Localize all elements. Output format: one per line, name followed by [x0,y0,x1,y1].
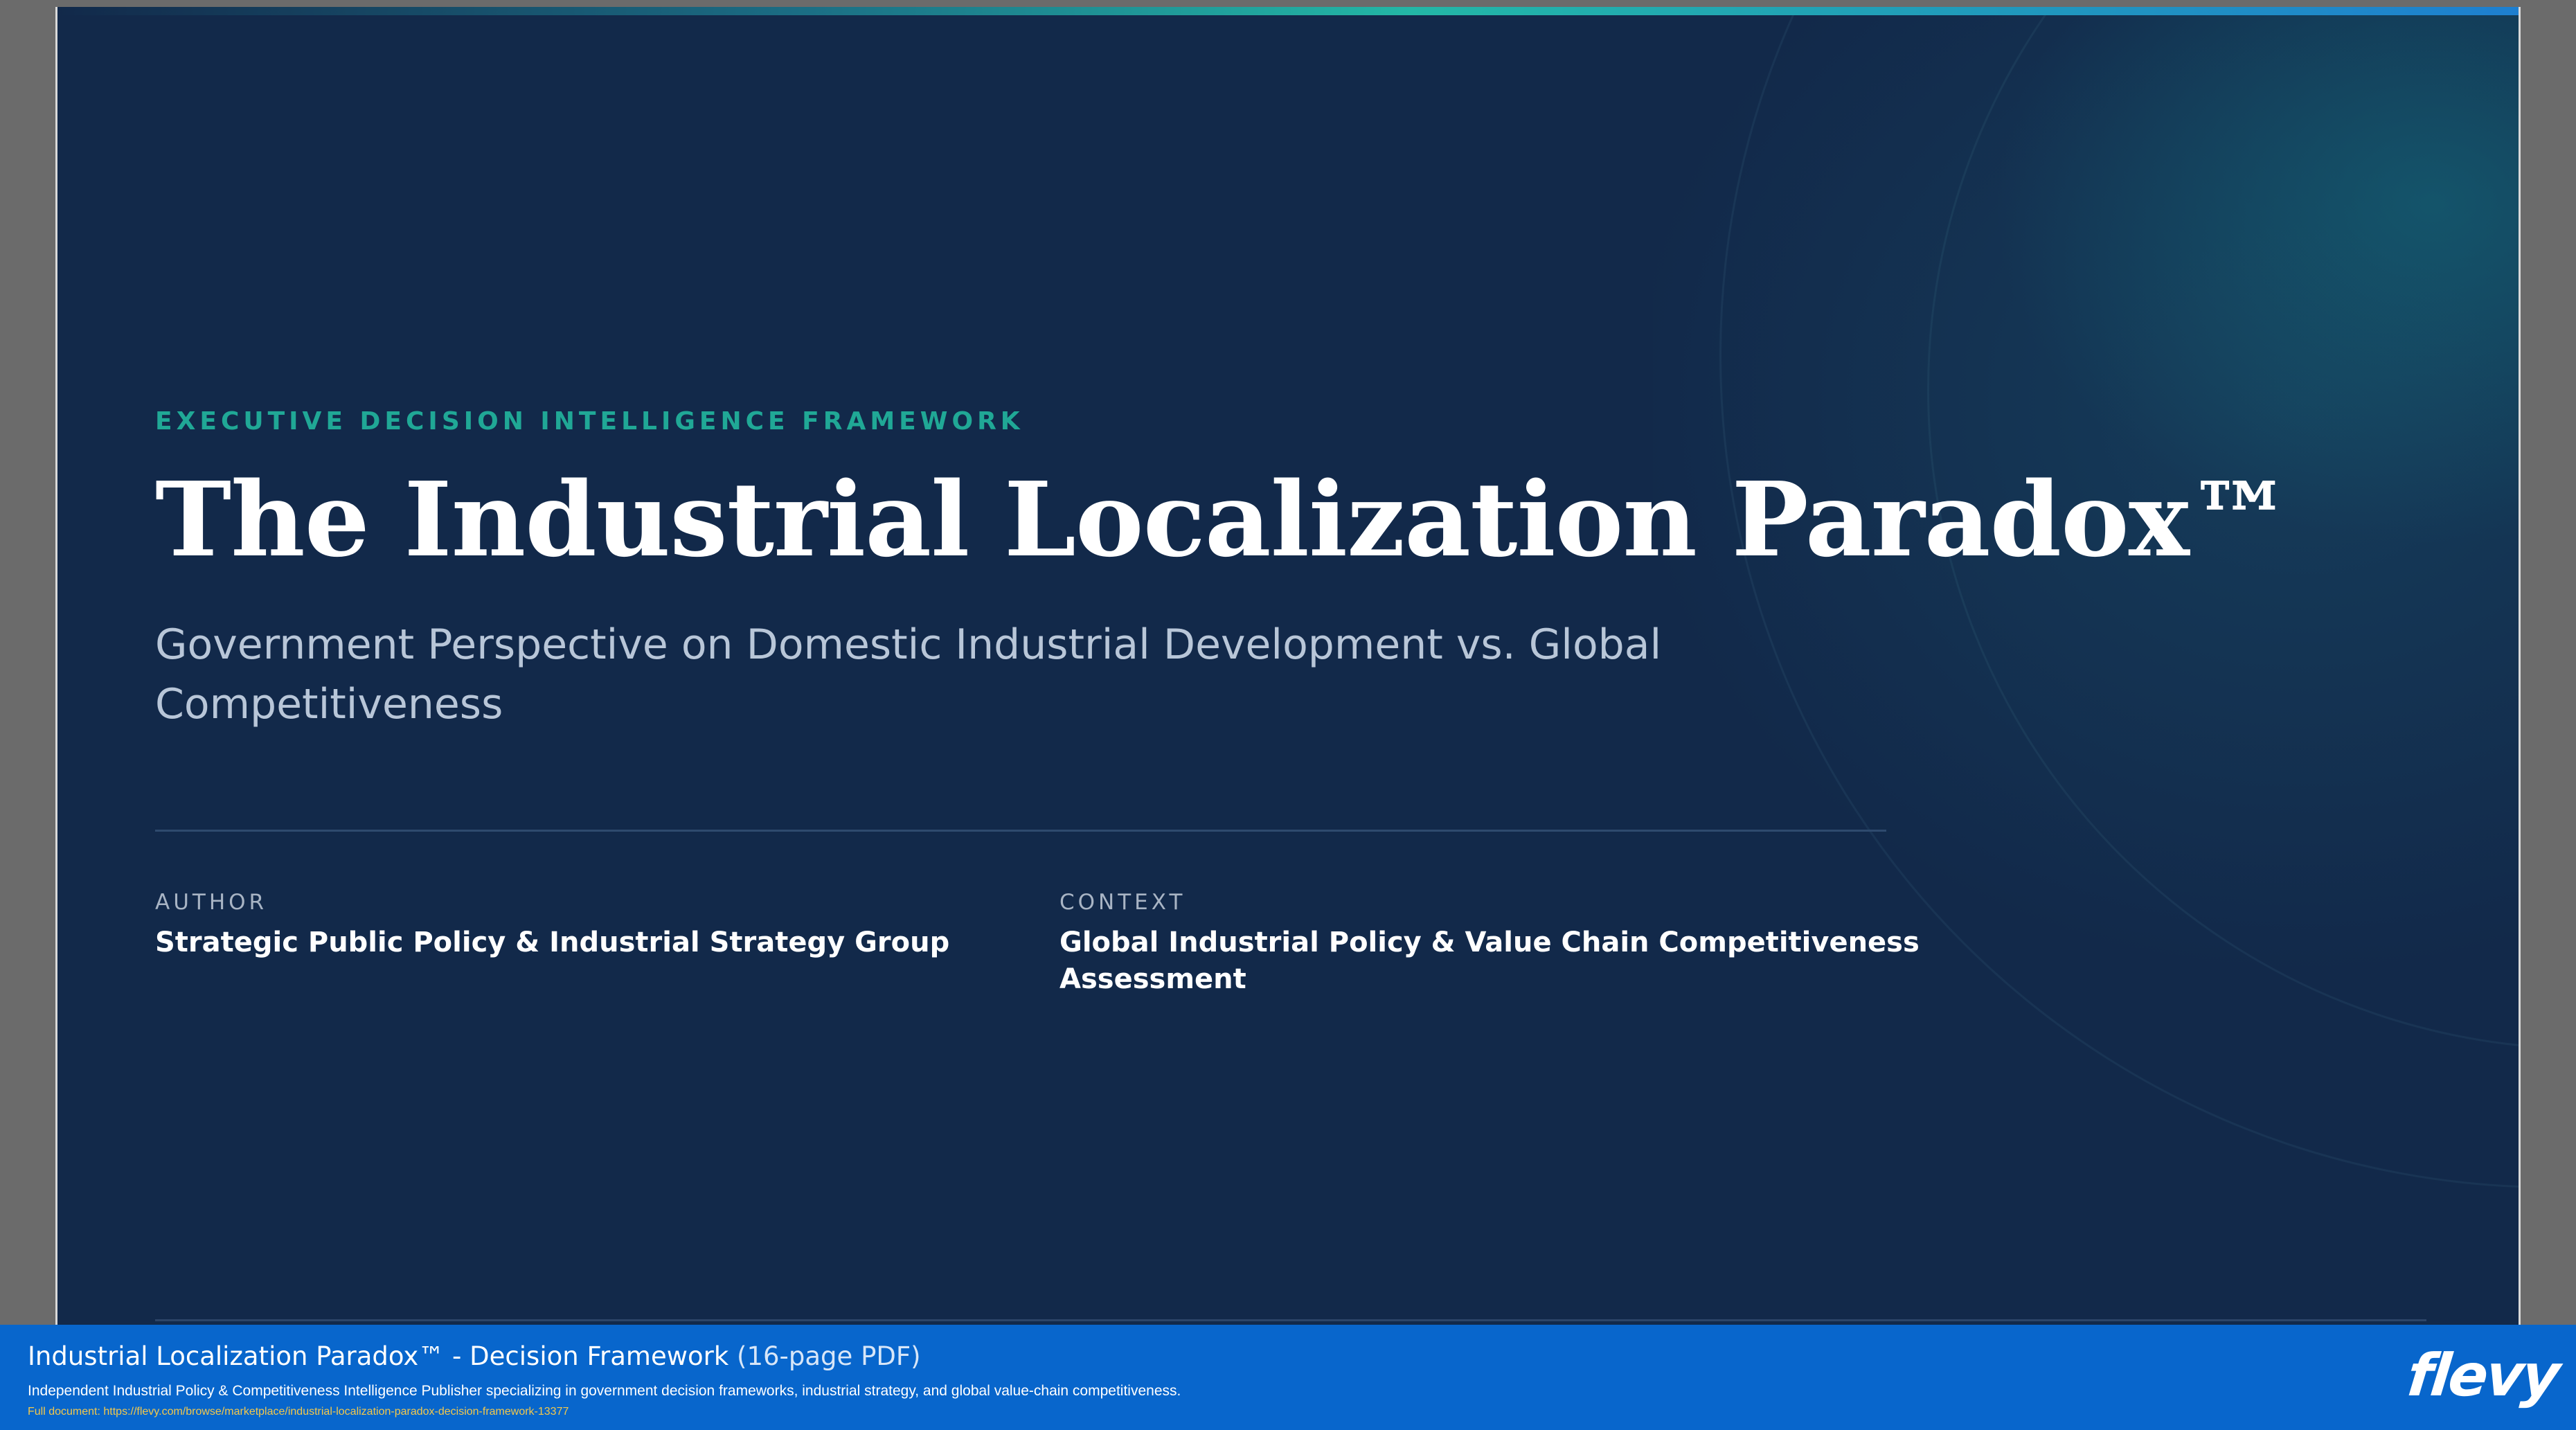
full-document-link[interactable]: Full document: https://flevy.com/browse/… [28,1406,569,1418]
context-block: CONTEXT Global Industrial Policy & Value… [1059,888,1925,998]
banner-page-count: (16-page PDF) [737,1341,921,1371]
author-value: Strategic Public Policy & Industrial Str… [155,927,950,958]
eyebrow-label: EXECUTIVE DECISION INTELLIGENCE FRAMEWOR… [155,407,1024,436]
presentation-slide: EXECUTIVE DECISION INTELLIGENCE FRAMEWOR… [55,7,2521,1326]
slide-subtitle: Government Perspective on Domestic Indus… [155,620,1662,729]
accent-top-bar [57,7,2519,15]
section-divider [155,830,1886,832]
slide-title: The Industrial Localization Paradox™ [155,459,2291,580]
author-label: AUTHOR [155,890,268,915]
banner-title: Industrial Localization Paradox™ - Decis… [28,1340,921,1373]
document-banner: Industrial Localization Paradox™ - Decis… [0,1325,2576,1430]
banner-description: Independent Industrial Policy & Competit… [28,1383,1181,1399]
banner-title-text: Industrial Localization Paradox™ - Decis… [28,1341,729,1371]
flevy-logo[interactable]: flevy [2404,1341,2561,1409]
context-value: Global Industrial Policy & Value Chain C… [1059,927,1920,995]
context-label: CONTEXT [1059,890,1186,915]
footer-divider [155,1319,2426,1321]
author-block: AUTHOR Strategic Public Policy & Industr… [155,888,1021,961]
